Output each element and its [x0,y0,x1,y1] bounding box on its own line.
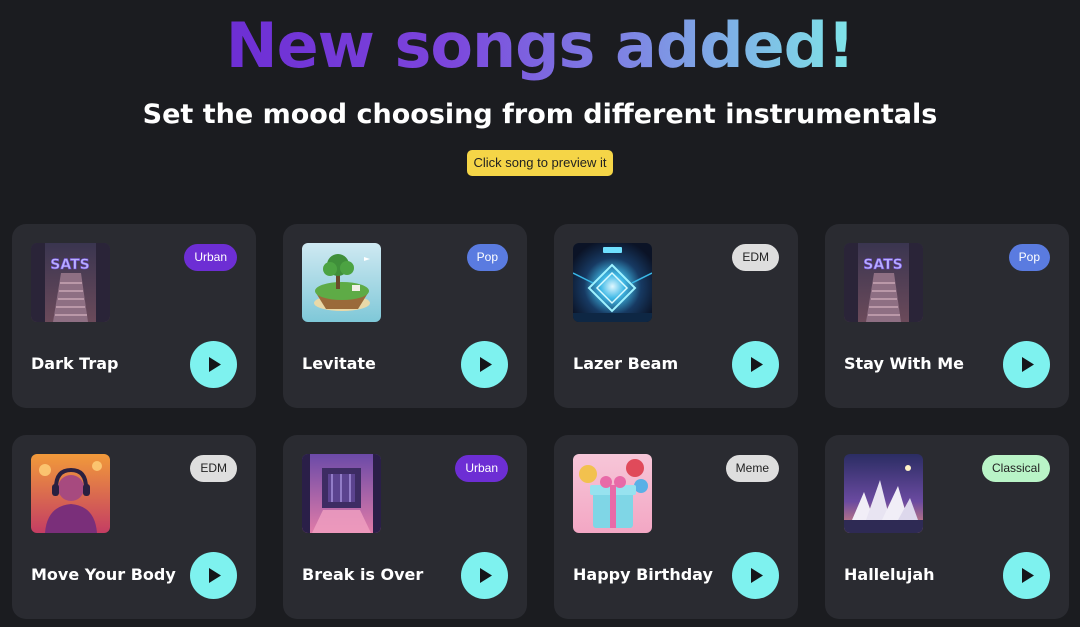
song-cover-gift-balloons-art [573,454,652,533]
play-icon [480,568,492,583]
play-button[interactable] [190,341,237,388]
play-icon [751,357,763,372]
song-title: Lazer Beam [573,354,679,373]
play-button[interactable] [1003,341,1050,388]
genre-badge: Urban [184,244,237,271]
play-button[interactable] [732,341,779,388]
song-card[interactable]: SATS Pop Stay With Me [825,224,1069,408]
song-cover-neon-tunnel-art [573,243,652,322]
song-cover-neon-stage-art [302,454,381,533]
play-icon [751,568,763,583]
play-icon [1022,568,1034,583]
song-card[interactable]: EDM Lazer Beam [554,224,798,408]
song-card[interactable]: Meme Happy Birthday [554,435,798,619]
song-cover-opera-house-art [844,454,923,533]
preview-hint-badge: Click song to preview it [466,150,614,176]
genre-badge: Meme [725,455,779,482]
song-title: Break is Over [302,565,424,584]
play-button[interactable] [461,341,508,388]
song-title: Happy Birthday [573,565,713,584]
song-cover-floating-island-art [302,243,381,322]
song-card[interactable]: Pop Levitate [283,224,527,408]
play-button[interactable] [732,552,779,599]
song-card[interactable]: EDM Move Your Body [12,435,256,619]
genre-badge: Pop [466,244,508,271]
genre-badge: Urban [455,455,508,482]
play-icon [209,568,221,583]
song-cover-graffiti-stairs-art: SATS [844,243,923,322]
song-title: Stay With Me [844,354,964,373]
svg-text:SATS: SATS [50,257,89,273]
play-icon [1022,357,1034,372]
song-title: Hallelujah [844,565,935,584]
song-title: Levitate [302,354,376,373]
genre-badge: EDM [190,455,237,482]
song-card[interactable]: Classical Hallelujah [825,435,1069,619]
genre-badge: Pop [1008,244,1050,271]
genre-badge: Classical [981,455,1050,482]
song-title: Dark Trap [31,354,119,373]
song-cover-headphones-person-art [31,454,110,533]
song-card[interactable]: SATS Urban Dark Trap [12,224,256,408]
svg-text:SATS: SATS [863,257,902,273]
play-button[interactable] [1003,552,1050,599]
song-title: Move Your Body [31,565,176,584]
page-headline: New songs added! [0,8,1080,84]
genre-badge: EDM [732,244,779,271]
page-subtitle: Set the mood choosing from different ins… [142,99,938,130]
play-button[interactable] [461,552,508,599]
headline-text: New songs added! [225,9,856,82]
play-button[interactable] [190,552,237,599]
hint-row: Click song to preview it [0,150,1080,176]
play-icon [209,357,221,372]
song-cover-graffiti-stairs-art: SATS [31,243,110,322]
play-icon [480,357,492,372]
song-card[interactable]: Urban Break is Over [283,435,527,619]
